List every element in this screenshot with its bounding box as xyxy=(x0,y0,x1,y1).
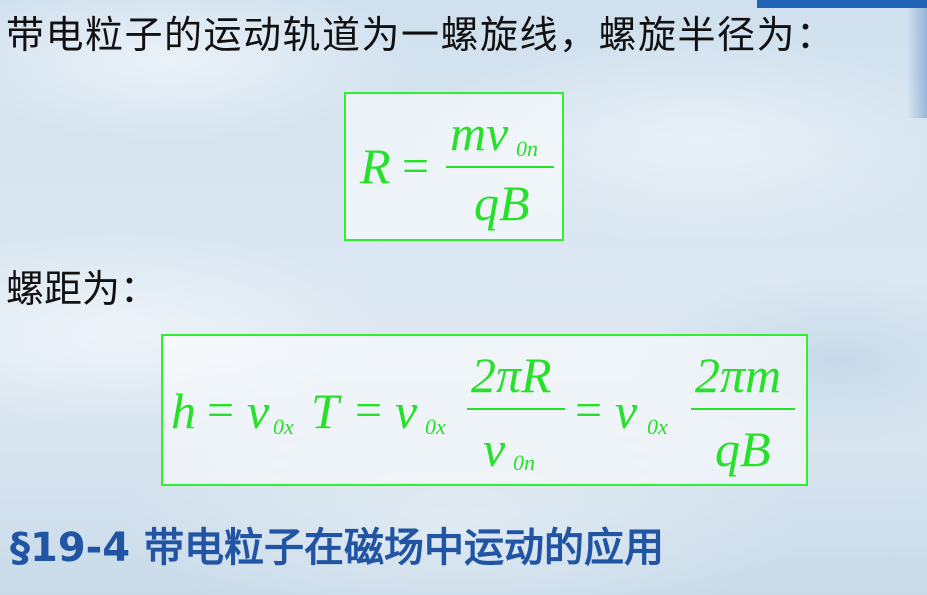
pitch-equals-1: = xyxy=(207,384,235,437)
radius-equals: = xyxy=(402,140,430,193)
pitch-formula-box: h = v 0x T = v 0x 2πR v 0n = v 0x 2πm qB xyxy=(161,334,808,486)
pitch-equals-3: = xyxy=(575,384,603,437)
radius-numerator: mv xyxy=(450,105,509,161)
radius-denominator: qB xyxy=(474,175,530,231)
pitch-lhs: h xyxy=(171,383,196,439)
corner-accent-shade xyxy=(907,8,927,118)
pitch-term2-v: v xyxy=(395,383,418,439)
pitch-term1-T: T xyxy=(311,383,339,439)
pitch-equals-2: = xyxy=(355,384,383,437)
radius-formula-box: R = mv 0n qB xyxy=(344,92,564,241)
pitch-term3-v: v xyxy=(615,383,638,439)
pitch-term3-subscript: 0x xyxy=(647,414,668,439)
pitch-frac1-numerator: 2πR xyxy=(471,347,552,403)
pitch-fraction1-bar xyxy=(467,408,565,410)
corner-accent-bar xyxy=(757,0,927,8)
pitch-label: 螺距为： xyxy=(6,267,159,311)
section-title: §19-4 带电粒子在磁场中运动的应用 xyxy=(10,525,665,571)
pitch-frac1-denominator: v xyxy=(483,421,506,477)
pitch-frac2-denominator: qB xyxy=(715,421,771,477)
pitch-term1-v: v xyxy=(247,383,270,439)
radius-fraction-bar xyxy=(446,166,554,168)
radius-lhs: R xyxy=(360,138,391,194)
pitch-fraction2-bar xyxy=(691,408,795,410)
intro-text: 带电粒子的运动轨道为一螺旋线，螺旋半径为： xyxy=(6,13,836,57)
pitch-frac2-numerator: 2πm xyxy=(695,347,782,403)
pitch-term2-subscript: 0x xyxy=(425,414,446,439)
pitch-frac1-denominator-subscript: 0n xyxy=(513,450,535,475)
radius-numerator-subscript: 0n xyxy=(516,136,538,161)
pitch-term1-subscript: 0x xyxy=(273,414,294,439)
